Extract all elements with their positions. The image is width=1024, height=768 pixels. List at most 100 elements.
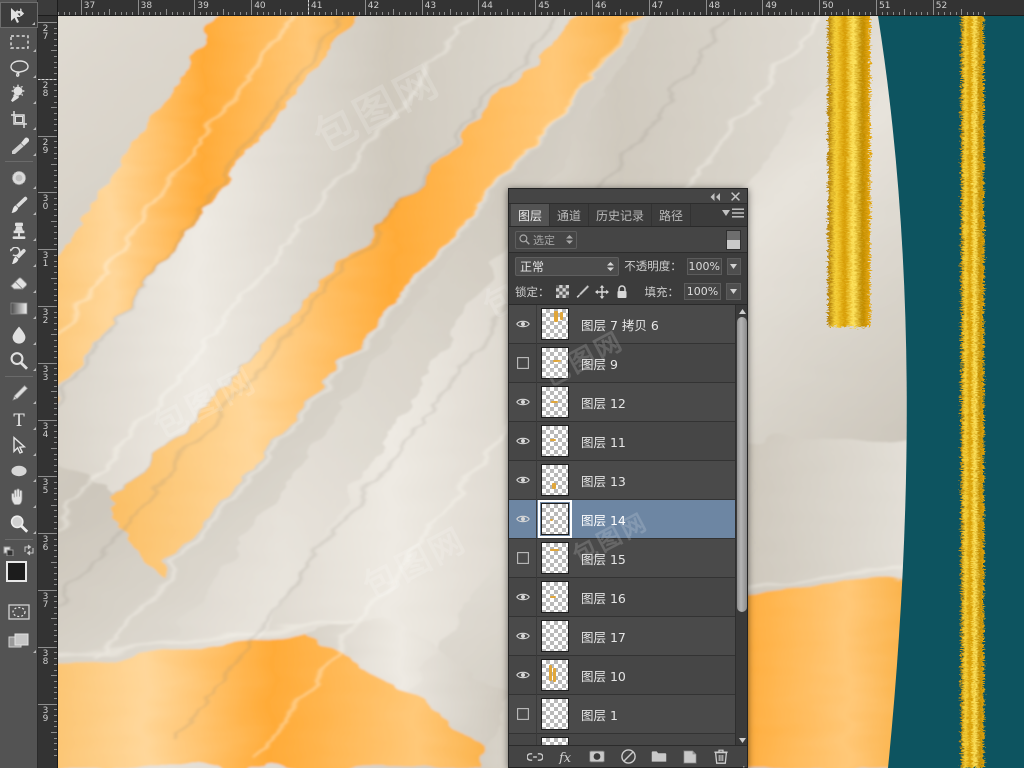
lasso-tool[interactable] <box>0 54 38 80</box>
layer-name[interactable]: 图层 9 <box>581 354 618 373</box>
guide-marker[interactable] <box>38 78 57 80</box>
layer-name[interactable]: 图层 10 <box>581 666 626 685</box>
tab-paths[interactable]: 路径 <box>652 204 692 226</box>
default-colors-icon[interactable] <box>0 543 38 557</box>
filter-type-select[interactable]: 选定 <box>515 230 577 249</box>
hand-tool[interactable] <box>0 484 38 510</box>
layer-row[interactable]: 图层 14 <box>509 499 737 539</box>
layer-row[interactable]: 图层 13 <box>509 460 737 500</box>
layer-visibility-toggle[interactable] <box>509 460 537 500</box>
layer-row[interactable]: 图层 12 <box>509 382 737 422</box>
blur-tool[interactable] <box>0 321 38 347</box>
layer-row[interactable]: 图层 17 <box>509 616 737 656</box>
layer-row[interactable]: 图层 15 <box>509 538 737 578</box>
layer-name[interactable]: 图层 14 <box>581 510 626 529</box>
layer-visibility-toggle[interactable] <box>509 343 537 383</box>
opacity-dropdown-button[interactable] <box>726 257 741 275</box>
lock-row[interactable]: 锁定： 填充： 100% <box>509 279 747 305</box>
layer-thumbnail[interactable] <box>541 347 569 379</box>
close-icon[interactable] <box>729 191 741 202</box>
new-group-button[interactable] <box>651 749 667 765</box>
ruler-origin-corner[interactable] <box>38 0 58 16</box>
layer-row[interactable]: 图层 1 <box>509 694 737 734</box>
layer-row[interactable]: 图层 9 <box>509 343 737 383</box>
layer-row[interactable]: 图层 16 <box>509 577 737 617</box>
adjustment-layer-button[interactable] <box>620 749 636 765</box>
vertical-ruler[interactable]: 27 28 29 30 31 32 33 34 35 36 37 38 39 <box>38 16 58 768</box>
layer-name[interactable]: 图层 13 <box>581 471 626 490</box>
lock-all-icon[interactable] <box>615 284 630 299</box>
layer-visibility-toggle[interactable] <box>509 382 537 422</box>
pen-tool[interactable] <box>0 380 38 406</box>
crop-tool[interactable] <box>0 106 38 132</box>
layer-thumbnail[interactable] <box>541 581 569 613</box>
layer-name[interactable]: 图层 15 <box>581 549 626 568</box>
layer-thumbnail[interactable] <box>541 659 569 691</box>
layer-name[interactable]: 图层 11 <box>581 432 626 451</box>
guide-marker[interactable] <box>308 0 309 15</box>
layer-thumbnail[interactable] <box>541 620 569 652</box>
layers-panel[interactable]: 图层 通道 历史记录 路径 选定 正常 不透明度： 100% 锁定： 填充： 1… <box>508 188 748 768</box>
lock-transparent-pixels-icon[interactable] <box>555 284 570 299</box>
layer-visibility-toggle[interactable] <box>509 305 537 344</box>
zoom-tool[interactable] <box>0 510 38 536</box>
delete-layer-button[interactable] <box>713 749 729 765</box>
panel-tab-strip[interactable]: 图层 通道 历史记录 路径 <box>509 204 747 227</box>
fill-dropdown-button[interactable] <box>726 283 741 300</box>
clone-stamp-tool[interactable] <box>0 217 38 243</box>
layer-thumbnail[interactable] <box>541 542 569 574</box>
layer-visibility-toggle[interactable] <box>509 616 537 656</box>
horizontal-ruler[interactable]: 3637383940414243444546474849505152 <box>38 0 1024 16</box>
layer-thumbnail[interactable] <box>541 308 569 340</box>
eraser-tool[interactable] <box>0 269 38 295</box>
brush-tool[interactable] <box>0 191 38 217</box>
dodge-tool[interactable] <box>0 347 38 373</box>
panel-menu-button[interactable] <box>722 208 744 218</box>
layer-thumbnail[interactable] <box>538 500 572 538</box>
gradient-tool[interactable] <box>0 295 38 321</box>
layer-visibility-toggle[interactable] <box>509 694 537 734</box>
layer-row[interactable]: 图层 11 <box>509 421 737 461</box>
layer-filter-row[interactable]: 选定 <box>509 227 747 253</box>
color-swatches[interactable] <box>0 559 39 599</box>
layer-thumbnail[interactable] <box>541 386 569 418</box>
new-layer-button[interactable] <box>682 749 698 765</box>
layer-visibility-toggle[interactable] <box>509 499 537 539</box>
lock-image-pixels-icon[interactable] <box>575 284 590 299</box>
layer-row[interactable]: 图层 7 拷贝 6 <box>509 305 737 344</box>
scrollbar-thumb[interactable] <box>737 317 747 612</box>
lock-position-icon[interactable] <box>595 284 610 299</box>
eyedropper-tool[interactable] <box>0 132 38 158</box>
panel-title-bar[interactable] <box>509 189 747 204</box>
blend-mode-select[interactable]: 正常 <box>515 256 620 276</box>
layer-thumbnail[interactable] <box>541 698 569 730</box>
link-layers-button[interactable] <box>527 749 543 765</box>
magic-wand-tool[interactable] <box>0 80 38 106</box>
tab-layers[interactable]: 图层 <box>511 204 551 226</box>
layer-name[interactable]: 图层 12 <box>581 393 626 412</box>
blend-mode-row[interactable]: 正常 不透明度： 100% <box>509 253 747 279</box>
path-selection-tool[interactable] <box>0 432 38 458</box>
filter-spinner-icon[interactable] <box>566 235 573 244</box>
layer-thumbnail[interactable] <box>541 425 569 457</box>
collapse-icon[interactable] <box>709 191 721 202</box>
tools-panel[interactable]: T <box>0 0 39 768</box>
layer-list-scrollbar[interactable] <box>735 305 747 746</box>
move-tool[interactable] <box>0 2 38 28</box>
layer-name[interactable]: 图层 16 <box>581 588 626 607</box>
layer-name[interactable]: 图层 7 拷贝 6 <box>581 315 659 334</box>
layer-row[interactable]: 图层 10 <box>509 655 737 695</box>
layer-list[interactable]: 图层 7 拷贝 6 图层 9 图层 12 图层 11 图层 13 图层 14 图层 15 图层… <box>509 305 747 746</box>
layer-thumbnail[interactable] <box>541 464 569 496</box>
layer-visibility-toggle[interactable] <box>509 577 537 617</box>
healing-brush-tool[interactable] <box>0 165 38 191</box>
screen-mode-button[interactable] <box>0 629 38 655</box>
layer-visibility-toggle[interactable] <box>509 655 537 695</box>
opacity-input[interactable]: 100% <box>686 257 722 275</box>
resize-grip[interactable] <box>738 758 745 768</box>
ellipse-tool[interactable] <box>0 458 38 484</box>
foreground-color-swatch[interactable] <box>6 561 27 582</box>
layer-style-button[interactable]: fx <box>558 749 574 765</box>
type-tool[interactable]: T <box>0 406 38 432</box>
tab-history[interactable]: 历史记录 <box>589 204 653 226</box>
